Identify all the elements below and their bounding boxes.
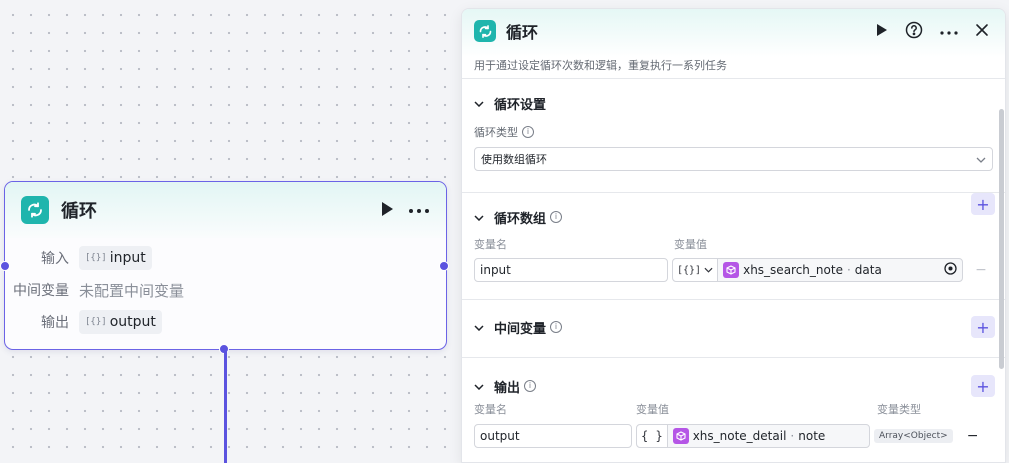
array-type-icon: [{}] (85, 253, 107, 263)
col-variable-name: 变量名 (474, 403, 507, 416)
node-intermediate-value: 未配置中间变量 (79, 281, 185, 300)
section-intermediate-header[interactable]: 中间变量 i (474, 300, 993, 354)
node-input-chip: [{}] input (79, 246, 152, 270)
loop-type-select[interactable]: 使用数组循环 (474, 147, 993, 171)
run-node-icon[interactable] (380, 201, 394, 220)
loop-node-title: 循环 (61, 201, 97, 222)
loop-type-label: 循环类型 i (474, 124, 993, 140)
section-intermediate-title: 中间变量 (494, 321, 547, 337)
loop-icon (474, 20, 496, 42)
output-type-badge: Array<Object> (874, 429, 953, 443)
loop-array-value-field[interactable]: [{}] xhs_search_note · data (672, 258, 963, 282)
variable-reference: xhs_search_note · data (718, 262, 944, 278)
info-icon[interactable]: i (522, 126, 534, 138)
loop-node-header: 循环 (5, 182, 446, 238)
panel-description: 用于通过设定循环次数和逻辑，重复执行一系列任务 (474, 59, 727, 72)
chevron-down-icon[interactable] (474, 379, 484, 393)
add-intermediate-variable-button[interactable]: + (971, 316, 995, 338)
loop-array-row: input [{}] xhs_search_note · data − (474, 258, 993, 282)
node-output-label: 输出 (41, 315, 69, 331)
loop-array-name-input[interactable]: input (474, 258, 668, 282)
loop-type-value: 使用数组循环 (481, 153, 547, 166)
section-loop-array: 循环数组 i + 变量名 变量值 input [{}] xhs_search_n… (462, 193, 1005, 300)
reference-node-name: xhs_search_note (743, 263, 843, 277)
info-icon[interactable]: i (524, 380, 537, 392)
reference-field-name: note (798, 429, 826, 443)
loop-node[interactable]: 循环 输入 [{}] input 中间变量 未配置中间变量 输出 [{}] ou… (4, 181, 447, 350)
more-options-icon[interactable] (940, 24, 958, 38)
info-icon[interactable]: i (550, 321, 563, 333)
add-output-variable-button[interactable]: + (971, 375, 995, 397)
remove-row-icon[interactable]: − (971, 262, 991, 278)
add-array-variable-button[interactable]: + (971, 193, 995, 215)
variable-type-selector[interactable]: [{}] (673, 259, 719, 281)
output-row: output { } xhs_note_detail · note Array<… (474, 424, 993, 448)
output-value-field[interactable]: { } xhs_note_detail · note (636, 424, 870, 448)
section-output-title: 输出 (494, 380, 521, 396)
variable-reference: xhs_note_detail · note (668, 428, 869, 444)
panel-header: 循环 用于通过设定循环次数和逻辑，重复执行一系列任务 (462, 9, 1005, 79)
more-options-icon[interactable] (408, 203, 430, 217)
node-input-row: 输入 [{}] input (5, 242, 446, 274)
section-loop-array-header[interactable]: 循环数组 i (474, 193, 993, 241)
section-loop-settings-header[interactable]: 循环设置 (474, 79, 993, 127)
panel-title: 循环 (506, 23, 539, 42)
loop-array-column-headers: 变量名 变量值 (474, 235, 993, 253)
panel-scrollbar[interactable] (999, 109, 1004, 369)
chevron-down-icon (704, 267, 713, 273)
output-name-input[interactable]: output (474, 424, 632, 448)
loop-type-label-text: 循环类型 (474, 126, 518, 139)
output-column-headers: 变量名 变量值 变量类型 (474, 400, 993, 418)
node-output-value: output (109, 314, 156, 330)
loop-node-body: 输入 [{}] input 中间变量 未配置中间变量 输出 [{}] outpu… (5, 238, 446, 338)
reference-separator: · (846, 263, 851, 277)
loop-icon (21, 196, 49, 224)
chevron-down-icon[interactable] (474, 210, 484, 224)
input-port[interactable] (0, 261, 10, 271)
reference-field-name: data (854, 263, 882, 277)
node-input-label: 输入 (41, 251, 69, 267)
col-variable-type: 变量类型 (877, 403, 921, 416)
col-variable-value: 变量值 (636, 403, 669, 416)
output-port[interactable] (439, 261, 449, 271)
node-intermediate-row: 中间变量 未配置中间变量 (5, 274, 446, 306)
chevron-down-icon[interactable] (474, 320, 484, 334)
section-loop-settings-title: 循环设置 (494, 97, 547, 113)
node-settings-panel: 循环 用于通过设定循环次数和逻辑，重复执行一系列任务 循环设置 循环类型 i 使… (461, 8, 1006, 463)
col-variable-value: 变量值 (674, 238, 707, 251)
object-type-icon: { } (637, 425, 668, 447)
target-icon[interactable] (944, 262, 957, 278)
section-output: 输出 i + 变量名 变量值 变量类型 output { } xhs_note_… (462, 358, 1005, 448)
section-loop-array-title: 循环数组 (494, 211, 547, 227)
connection-edge[interactable] (224, 350, 227, 463)
array-type-icon: [{}] (85, 317, 107, 327)
node-output-row: 输出 [{}] output (5, 306, 446, 338)
node-intermediate-label: 中间变量 (13, 283, 69, 299)
close-icon[interactable] (975, 23, 989, 40)
chevron-down-icon (976, 153, 986, 166)
col-variable-name: 变量名 (474, 238, 507, 251)
node-input-value: input (109, 250, 146, 266)
chevron-down-icon[interactable] (474, 96, 484, 110)
node-output-chip: [{}] output (79, 310, 162, 334)
reference-node-name: xhs_note_detail (692, 429, 787, 443)
section-loop-settings: 循环设置 循环类型 i 使用数组循环 (462, 79, 1005, 193)
node-cube-icon (672, 428, 689, 444)
node-cube-icon (723, 262, 740, 278)
run-icon[interactable] (876, 23, 888, 40)
array-type-icon: [{}] (677, 264, 702, 276)
reference-separator: · (790, 429, 795, 443)
section-intermediate: 中间变量 i + (462, 300, 1005, 358)
remove-row-icon[interactable]: − (963, 428, 983, 444)
info-icon[interactable]: i (550, 211, 563, 223)
help-icon[interactable] (905, 21, 923, 42)
